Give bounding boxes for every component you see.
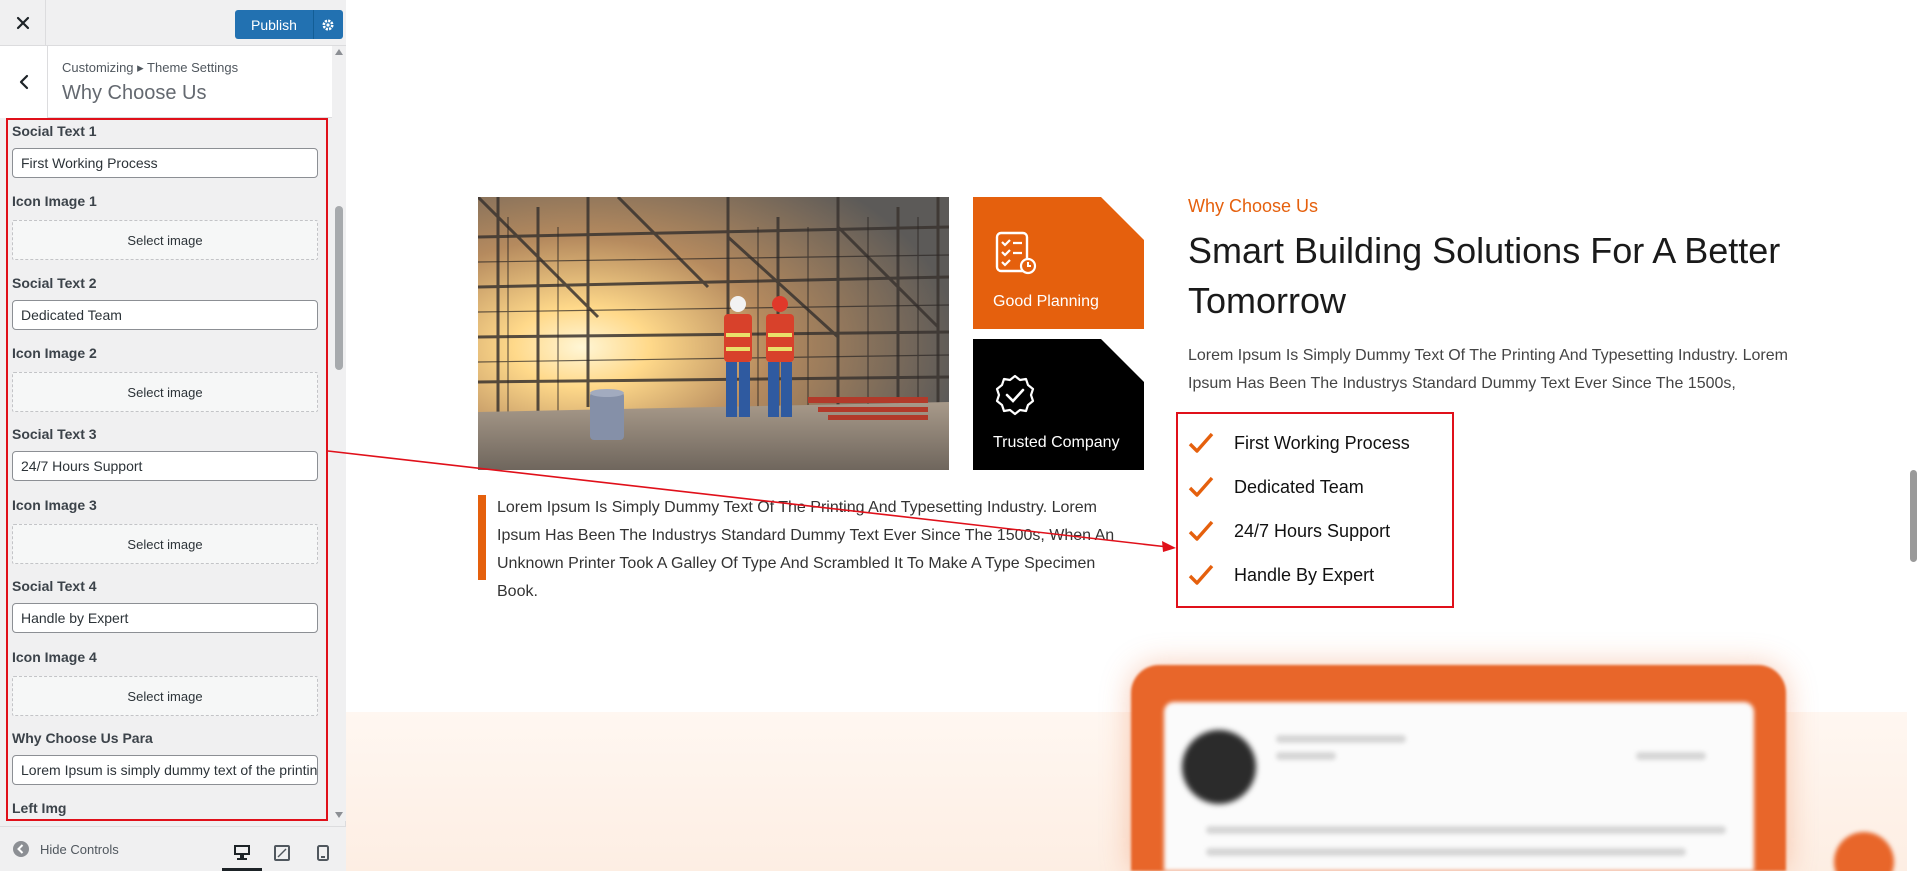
publish-settings-button[interactable] xyxy=(312,10,343,39)
blurred-text-line xyxy=(1206,848,1686,856)
control-label: Social Text 3 xyxy=(12,426,97,442)
social-text-4-input[interactable]: Handle by Expert xyxy=(12,603,318,633)
tablet-preview-button[interactable] xyxy=(262,835,302,871)
mobile-icon xyxy=(317,845,329,861)
control-label: Icon Image 2 xyxy=(12,345,97,361)
control-label: Social Text 4 xyxy=(12,578,97,594)
control-label: Icon Image 1 xyxy=(12,193,97,209)
feature-text: First Working Process xyxy=(1234,432,1410,453)
sidebar-scroll-thumb[interactable] xyxy=(335,206,343,370)
feature-text: 24/7 Hours Support xyxy=(1234,520,1391,541)
trusted-company-label: Trusted Company xyxy=(993,434,1120,451)
back-button[interactable] xyxy=(0,46,48,118)
collapse-arrow-icon xyxy=(13,841,29,857)
good-planning-label: Good Planning xyxy=(993,293,1099,310)
gear-icon xyxy=(322,19,334,30)
close-icon xyxy=(16,16,29,30)
section-lead-paragraph: Lorem Ipsum Is Simply Dummy Text Of The … xyxy=(1188,347,1788,392)
control-label: Icon Image 4 xyxy=(12,649,97,665)
quote-accent-bar xyxy=(478,495,486,580)
customizer-footer: Hide Controls xyxy=(0,826,346,871)
desktop-icon xyxy=(234,844,250,860)
social-text-2-input[interactable]: Dedicated Team xyxy=(12,300,318,330)
desktop-preview-button[interactable] xyxy=(222,835,262,871)
trusted-company-card: Trusted Company xyxy=(973,339,1144,470)
checkmark-icon xyxy=(1188,520,1214,541)
publish-group: Publish xyxy=(235,10,343,39)
checklist-icon xyxy=(995,231,1037,275)
blurred-text-line xyxy=(1206,826,1726,834)
breadcrumb: Customizing ▸ Theme Settings xyxy=(62,60,239,75)
list-item: Dedicated Team xyxy=(1188,472,1364,502)
testimonial-card xyxy=(1164,702,1754,871)
publish-button[interactable]: Publish xyxy=(235,10,313,39)
checkmark-icon xyxy=(1188,564,1214,585)
feature-text: Dedicated Team xyxy=(1234,476,1364,497)
customizer-sidebar: Publish Customizing ▸ Theme Settings Why… xyxy=(0,0,346,871)
control-label: Icon Image 3 xyxy=(12,497,97,513)
control-label: Social Text 2 xyxy=(12,275,97,291)
sidebar-scrollbar[interactable] xyxy=(332,46,346,821)
good-planning-card: Good Planning xyxy=(973,197,1144,329)
controls-panel: Social Text 1 First Working Process Icon… xyxy=(6,118,328,821)
scroll-down-arrow-icon[interactable] xyxy=(335,812,343,818)
section-headline: Smart Building Solutions For A Better To… xyxy=(1188,230,1781,321)
blurred-text-line xyxy=(1276,735,1406,743)
control-label: Left Img xyxy=(12,800,67,816)
checkmark-icon xyxy=(1188,476,1214,497)
hide-controls-label: Hide Controls xyxy=(40,841,119,857)
construction-site-illustration xyxy=(478,197,949,470)
control-label: Social Text 1 xyxy=(12,123,97,139)
hide-controls-button[interactable]: Hide Controls xyxy=(12,840,119,858)
social-text-3-input[interactable]: 24/7 Hours Support xyxy=(12,451,318,481)
icon-image-3-select-button[interactable]: Select image xyxy=(12,524,318,564)
section-eyebrow: Why Choose Us xyxy=(1188,196,1319,216)
preview-scrollbar[interactable] xyxy=(1907,0,1920,871)
blurred-text-line xyxy=(1636,752,1706,760)
list-item: Handle By Expert xyxy=(1188,560,1374,590)
why-choose-us-para-input[interactable]: Lorem Ipsum is simply dummy text of the … xyxy=(12,755,318,785)
preview-scroll-thumb[interactable] xyxy=(1910,470,1917,562)
section-title: Why Choose Us xyxy=(62,82,207,104)
mobile-preview-button[interactable] xyxy=(303,835,343,871)
feature-text: Handle By Expert xyxy=(1234,564,1375,585)
construction-photo xyxy=(478,197,949,470)
social-text-1-input[interactable]: First Working Process xyxy=(12,148,318,178)
customizer-topbar: Publish xyxy=(0,0,346,46)
badge-check-icon xyxy=(995,374,1035,416)
icon-image-2-select-button[interactable]: Select image xyxy=(12,372,318,412)
blurred-text-line xyxy=(1276,752,1336,760)
chevron-left-icon xyxy=(19,74,28,90)
site-preview: Good Planning Trusted Company Lorem Ipsu… xyxy=(346,0,1920,871)
list-item: 24/7 Hours Support xyxy=(1188,516,1390,546)
icon-image-4-select-button[interactable]: Select image xyxy=(12,676,318,716)
scroll-up-arrow-icon[interactable] xyxy=(335,49,343,55)
avatar xyxy=(1182,730,1256,804)
section-header: Customizing ▸ Theme Settings Why Choose … xyxy=(0,46,332,118)
control-label: Why Choose Us Para xyxy=(12,730,153,746)
close-customizer-button[interactable] xyxy=(0,0,46,46)
feature-list: First Working Process Dedicated Team 24/… xyxy=(1176,412,1454,608)
icon-image-1-select-button[interactable]: Select image xyxy=(12,220,318,260)
quote-paragraph: Lorem Ipsum Is Simply Dummy Text Of The … xyxy=(497,499,1115,600)
list-item: First Working Process xyxy=(1188,428,1410,458)
checkmark-icon xyxy=(1188,432,1214,453)
tablet-icon xyxy=(274,845,290,861)
